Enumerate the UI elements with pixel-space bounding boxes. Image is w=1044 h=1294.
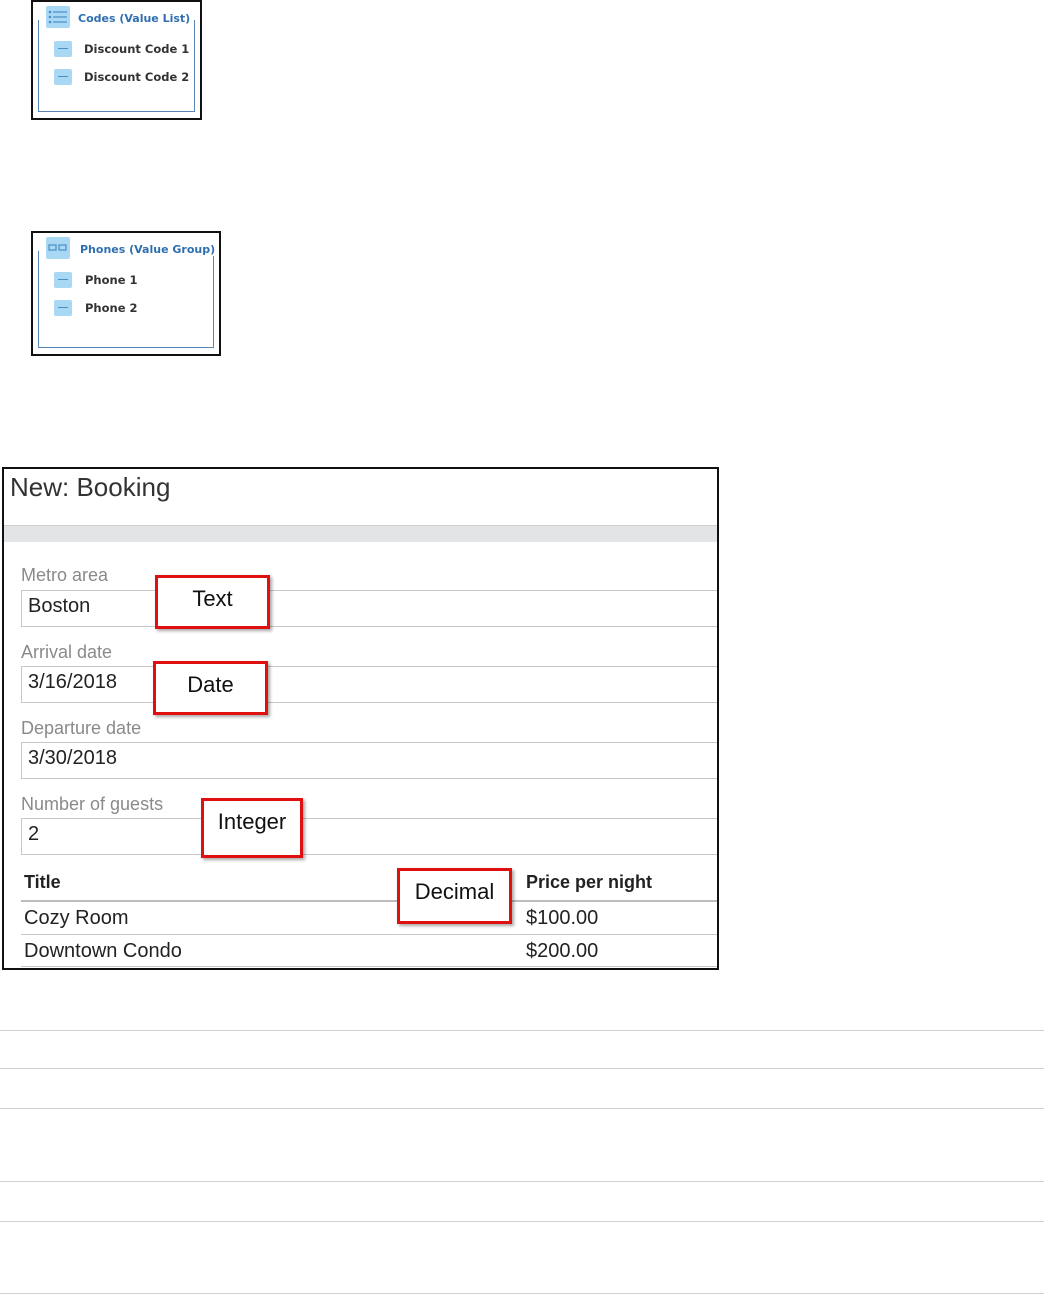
number-of-guests-label: Number of guests xyxy=(21,794,164,814)
number-of-guests-input[interactable]: 2 xyxy=(21,818,717,855)
metro-area-input[interactable]: Boston xyxy=(21,590,717,627)
integer-type-annotation: Integer xyxy=(201,798,303,858)
divider-line xyxy=(0,1181,1044,1182)
decimal-type-annotation: Decimal xyxy=(397,868,512,924)
table-cell-price: $200.00 xyxy=(526,940,599,962)
table-row-divider xyxy=(21,934,717,935)
table-header-title[interactable]: Title xyxy=(24,872,61,893)
value-list-icon xyxy=(46,6,70,28)
divider-line xyxy=(0,1030,1044,1031)
form-title: New: Booking xyxy=(10,472,171,502)
value-group-icon xyxy=(46,237,70,259)
divider-line xyxy=(0,1221,1044,1222)
value-list-item: Discount Code 1 xyxy=(84,42,190,56)
booking-form: New: Booking Metro area Boston Arrival d… xyxy=(2,467,719,970)
divider-line xyxy=(0,1068,1044,1069)
value-list-container xyxy=(38,20,195,112)
arrival-date-label: Arrival date xyxy=(21,642,113,662)
arrival-date-input[interactable]: 3/16/2018 xyxy=(21,666,717,703)
departure-date-input[interactable]: 3/30/2018 xyxy=(21,742,717,779)
property-icon xyxy=(54,300,72,316)
table-cell-price: $100.00 xyxy=(526,907,599,929)
value-list-diagram: Codes (Value List) Discount Code 1 Disco… xyxy=(31,0,202,120)
property-icon xyxy=(54,272,72,288)
value-group-item: Phone 2 xyxy=(85,301,138,315)
departure-date-label: Departure date xyxy=(21,718,142,738)
table-header-price[interactable]: Price per night xyxy=(526,872,652,893)
value-list-item: Discount Code 2 xyxy=(84,70,190,84)
property-icon xyxy=(54,69,72,85)
value-list-title: Codes (Value List) xyxy=(76,12,193,25)
value-group-title: Phones (Value Group) xyxy=(78,243,218,256)
table-header-divider xyxy=(21,900,717,902)
table-cell-title: Downtown Condo xyxy=(24,940,182,962)
value-group-item: Phone 1 xyxy=(85,273,138,287)
form-header-band xyxy=(4,525,717,542)
value-group-diagram: Phones (Value Group) Phone 1 Phone 2 xyxy=(31,231,221,356)
property-icon xyxy=(54,41,72,57)
table-row-divider xyxy=(21,966,717,967)
date-type-annotation: Date xyxy=(153,661,268,715)
table-cell-title: Cozy Room xyxy=(24,907,129,929)
metro-area-label: Metro area xyxy=(21,565,109,585)
text-type-annotation: Text xyxy=(155,575,270,629)
divider-line xyxy=(0,1108,1044,1109)
